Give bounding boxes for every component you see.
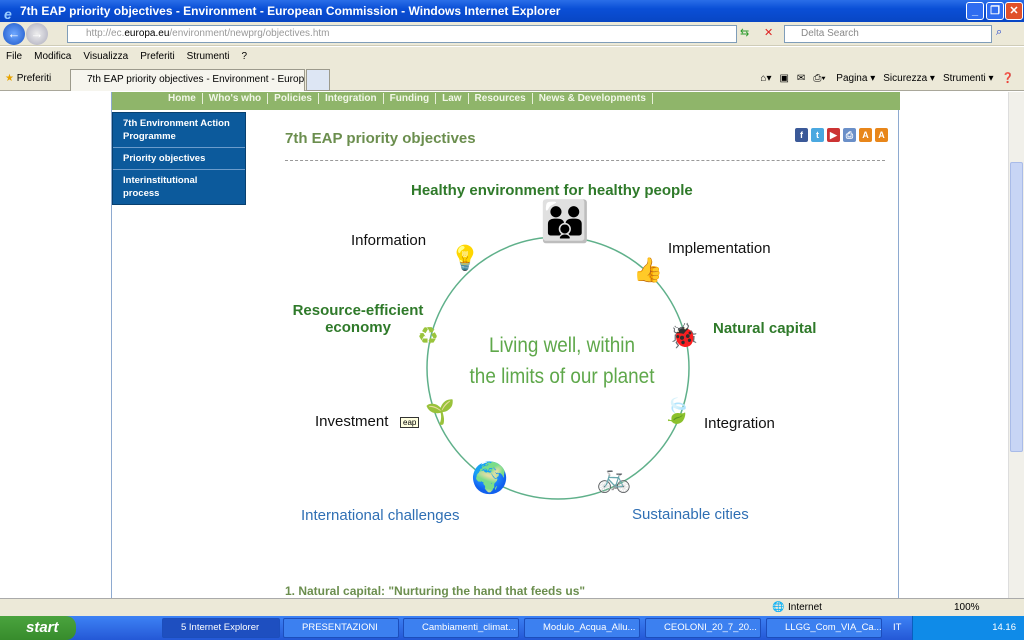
- strumenti-menu[interactable]: Strumenti ▾: [943, 73, 994, 84]
- address-row: ← → http://ec.europa.eu/environment/newp…: [0, 22, 1024, 46]
- forward-button[interactable]: →: [26, 23, 48, 45]
- task-ceoloni[interactable]: CEOLONI_20_7_20...: [645, 618, 761, 638]
- scroll-thumb[interactable]: [1010, 162, 1023, 452]
- search-icon[interactable]: ⌕: [996, 26, 1002, 39]
- refresh-icon[interactable]: ⇆: [740, 26, 749, 39]
- section-heading: 1. Natural capital: "Nurturing the hand …: [285, 584, 586, 598]
- zoom-level[interactable]: 100%: [954, 599, 980, 617]
- label-implementation[interactable]: Implementation: [668, 240, 771, 257]
- label-resource-efficient[interactable]: Resource-efficient economy: [288, 302, 428, 336]
- menu-bar: File Modifica Visualizza Preferiti Strumenti…: [0, 47, 1024, 66]
- label-information[interactable]: Information: [351, 232, 426, 249]
- page-viewport: Home Who's who Policies Integration Funding L…: [0, 92, 1008, 598]
- ladybug-icon: 🐞: [669, 323, 699, 350]
- family-icon: 👪: [540, 200, 590, 244]
- label-integration[interactable]: Integration: [704, 415, 775, 432]
- task-cambiamenti[interactable]: Cambiamenti_climat...: [403, 618, 519, 638]
- status-bar: 🌐 Internet 100%: [0, 598, 1024, 616]
- restore-button[interactable]: ❐: [986, 2, 1004, 20]
- close-button[interactable]: ✕: [1005, 2, 1023, 20]
- taskbar: start 5 Internet Explorer PRESENTAZIONI …: [0, 616, 1024, 640]
- print-icon[interactable]: ⎙▾: [813, 73, 825, 84]
- minimize-button[interactable]: _: [966, 2, 984, 20]
- task-llgg[interactable]: LLGG_Com_VIA_Ca...: [766, 618, 882, 638]
- window-titlebar: e 7th EAP priority objectives - Environme…: [0, 0, 1024, 22]
- search-input[interactable]: Delta Search: [784, 25, 992, 43]
- tab-current[interactable]: 7th EAP priority objectives - Environmen…: [70, 69, 305, 91]
- menu-file[interactable]: File: [6, 51, 22, 62]
- label-healthy[interactable]: Healthy environment for healthy people: [411, 182, 693, 199]
- star-icon: ★: [5, 73, 14, 84]
- diagram-center-text: Living well, within the limits of our pla…: [469, 334, 655, 388]
- help-icon[interactable]: ❓: [1002, 73, 1014, 84]
- label-international[interactable]: International challenges: [301, 507, 459, 524]
- task-presentazioni[interactable]: PRESENTAZIONI: [283, 618, 399, 638]
- label-investment[interactable]: Investment: [315, 413, 388, 430]
- clock: 14.16: [992, 622, 1016, 633]
- page-content: Home Who's who Policies Integration Funding L…: [111, 92, 900, 598]
- bicycle-icon: 🚲: [596, 462, 632, 493]
- command-bar: ⌂▾ ▣ ✉ ⎙▾ Pagina ▾ Sicurezza ▾ Strumenti ▾ ❓: [752, 66, 1014, 91]
- label-natural-capital[interactable]: Natural capital: [713, 320, 816, 337]
- back-button[interactable]: ←: [3, 23, 25, 45]
- menu-strumenti[interactable]: Strumenti: [187, 51, 230, 62]
- favorites-bar: ★ Preferiti 7th EAP priority objectives …: [0, 66, 1024, 91]
- tooltip: eap: [400, 417, 420, 428]
- window-title: 7th EAP priority objectives - Environmen…: [20, 4, 561, 18]
- mail-icon[interactable]: ✉: [797, 73, 805, 84]
- rss-icon[interactable]: ▣: [779, 73, 788, 84]
- lightbulb-icon: 💡: [450, 245, 480, 272]
- address-input[interactable]: http://ec.europa.eu/environment/newprg/o…: [67, 25, 737, 43]
- vertical-scrollbar[interactable]: [1008, 92, 1024, 598]
- start-button[interactable]: start: [0, 616, 76, 640]
- leaf-icon: 🍃: [662, 398, 692, 425]
- pagina-menu[interactable]: Pagina ▾: [836, 73, 875, 84]
- plant-hand-icon: 🌱: [425, 399, 455, 426]
- task-internet-explorer[interactable]: 5 Internet Explorer: [162, 618, 280, 638]
- label-sustainable-cities[interactable]: Sustainable cities: [632, 506, 749, 523]
- recycle-bin-icon: ♻: [417, 323, 439, 350]
- sicurezza-menu[interactable]: Sicurezza ▾: [883, 73, 935, 84]
- new-tab-button[interactable]: [306, 69, 330, 91]
- home-icon[interactable]: ⌂▾: [760, 73, 771, 84]
- menu-visualizza[interactable]: Visualizza: [83, 51, 128, 62]
- task-modulo-acqua[interactable]: Modulo_Acqua_Allu...: [524, 618, 640, 638]
- stop-icon[interactable]: ✕: [764, 26, 773, 39]
- globe-icon: 🌍: [471, 462, 509, 495]
- thumbs-up-icon: 👍: [633, 257, 663, 284]
- globe-icon: 🌐: [772, 602, 785, 613]
- menu-modifica[interactable]: Modifica: [34, 51, 71, 62]
- system-tray: 14.16: [912, 616, 1024, 640]
- menu-preferiti[interactable]: Preferiti: [140, 51, 174, 62]
- favorites-button[interactable]: Preferiti: [17, 73, 51, 84]
- menu-help[interactable]: ?: [241, 51, 247, 62]
- language-indicator[interactable]: IT: [893, 622, 901, 633]
- status-zone: Internet: [788, 602, 822, 613]
